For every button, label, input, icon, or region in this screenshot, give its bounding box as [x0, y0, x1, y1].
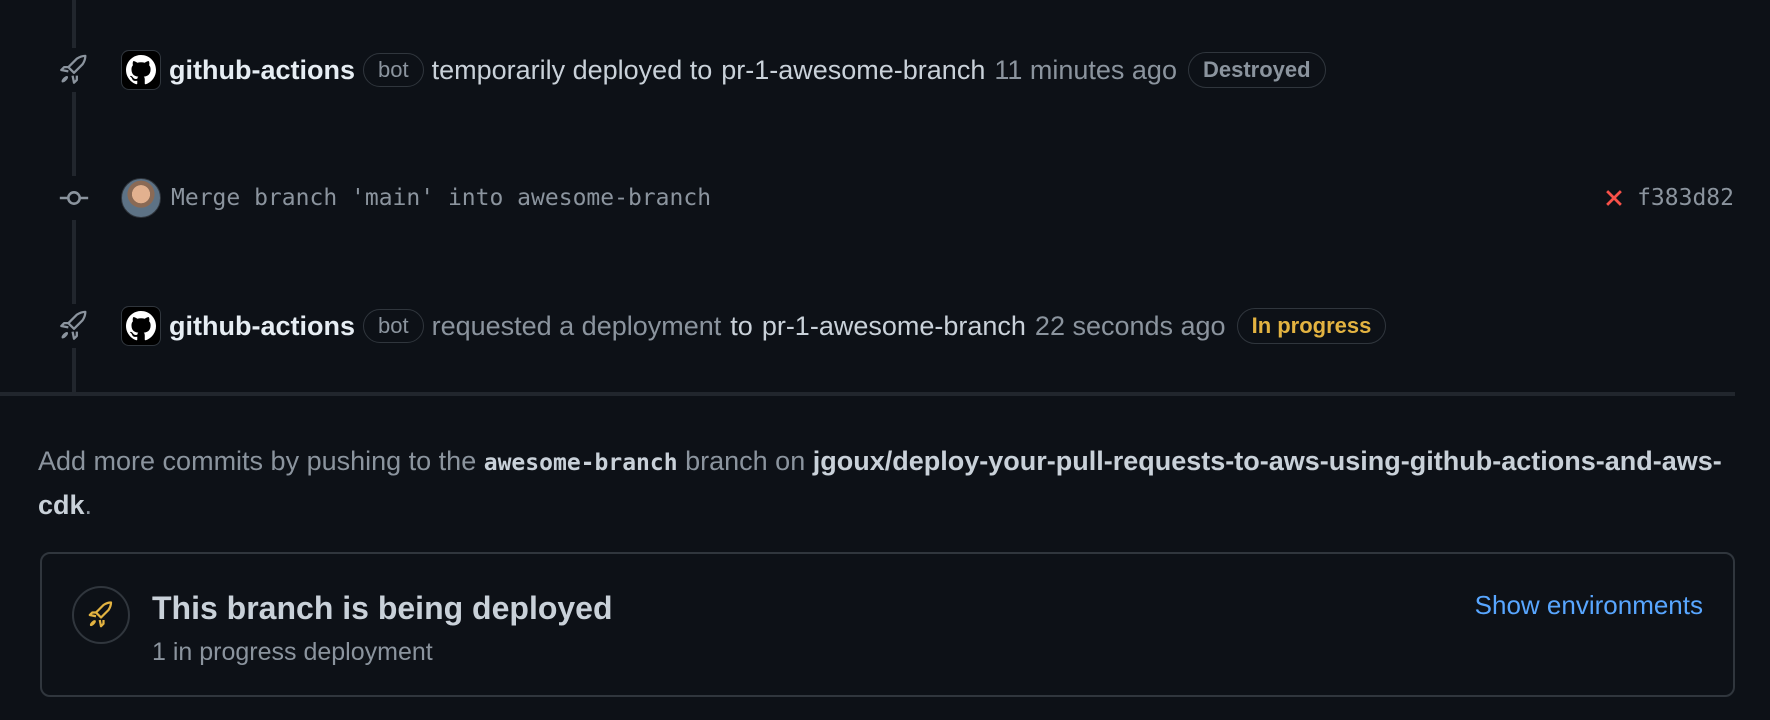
actor-name[interactable]: github-actions: [169, 55, 355, 86]
show-environments-link[interactable]: Show environments: [1475, 590, 1703, 621]
timeline-event-requested: github-actions bot requested a deploymen…: [0, 296, 1770, 356]
github-logo-icon[interactable]: [121, 50, 161, 90]
deployment-status-box: This branch is being deployed 1 in progr…: [40, 552, 1735, 697]
timeline-event-deployed: github-actions bot temporarily deployed …: [0, 40, 1770, 100]
environment-link[interactable]: pr-1-awesome-branch: [721, 55, 985, 86]
deployment-title: This branch is being deployed: [152, 590, 613, 626]
status-badge: Destroyed: [1187, 52, 1326, 88]
rocket-icon: [72, 586, 130, 644]
info-middle: branch on: [685, 446, 806, 476]
timeline-divider: [0, 392, 1735, 396]
rocket-icon: [52, 48, 96, 92]
git-commit-icon: [52, 176, 96, 220]
avatar[interactable]: [121, 178, 161, 218]
environment-link[interactable]: pr-1-awesome-branch: [762, 311, 1026, 342]
rocket-icon: [52, 304, 96, 348]
push-info: Add more commits by pushing to the aweso…: [38, 440, 1738, 526]
bot-badge: bot: [362, 53, 424, 87]
commit-message[interactable]: Merge branch 'main' into awesome-branch: [171, 185, 711, 211]
bot-badge: bot: [362, 309, 424, 343]
commit-sha[interactable]: f383d82: [1637, 185, 1734, 211]
x-icon[interactable]: [1603, 187, 1625, 209]
event-action: temporarily deployed to: [431, 54, 713, 85]
event-time[interactable]: 11 minutes ago: [994, 55, 1177, 86]
event-time[interactable]: 22 seconds ago: [1035, 311, 1226, 342]
status-badge: In progress: [1236, 308, 1387, 344]
info-prefix: Add more commits by pushing to the: [38, 446, 477, 476]
info-suffix: .: [84, 490, 93, 520]
timeline-event-commit: Merge branch 'main' into awesome-branch …: [0, 168, 1770, 228]
actor-name[interactable]: github-actions: [169, 311, 355, 342]
event-to: to: [730, 310, 753, 341]
github-logo-icon[interactable]: [121, 306, 161, 346]
deployment-subtitle: 1 in progress deployment: [152, 638, 433, 666]
event-action: requested a deployment: [431, 310, 722, 341]
branch-name: awesome-branch: [483, 450, 678, 476]
